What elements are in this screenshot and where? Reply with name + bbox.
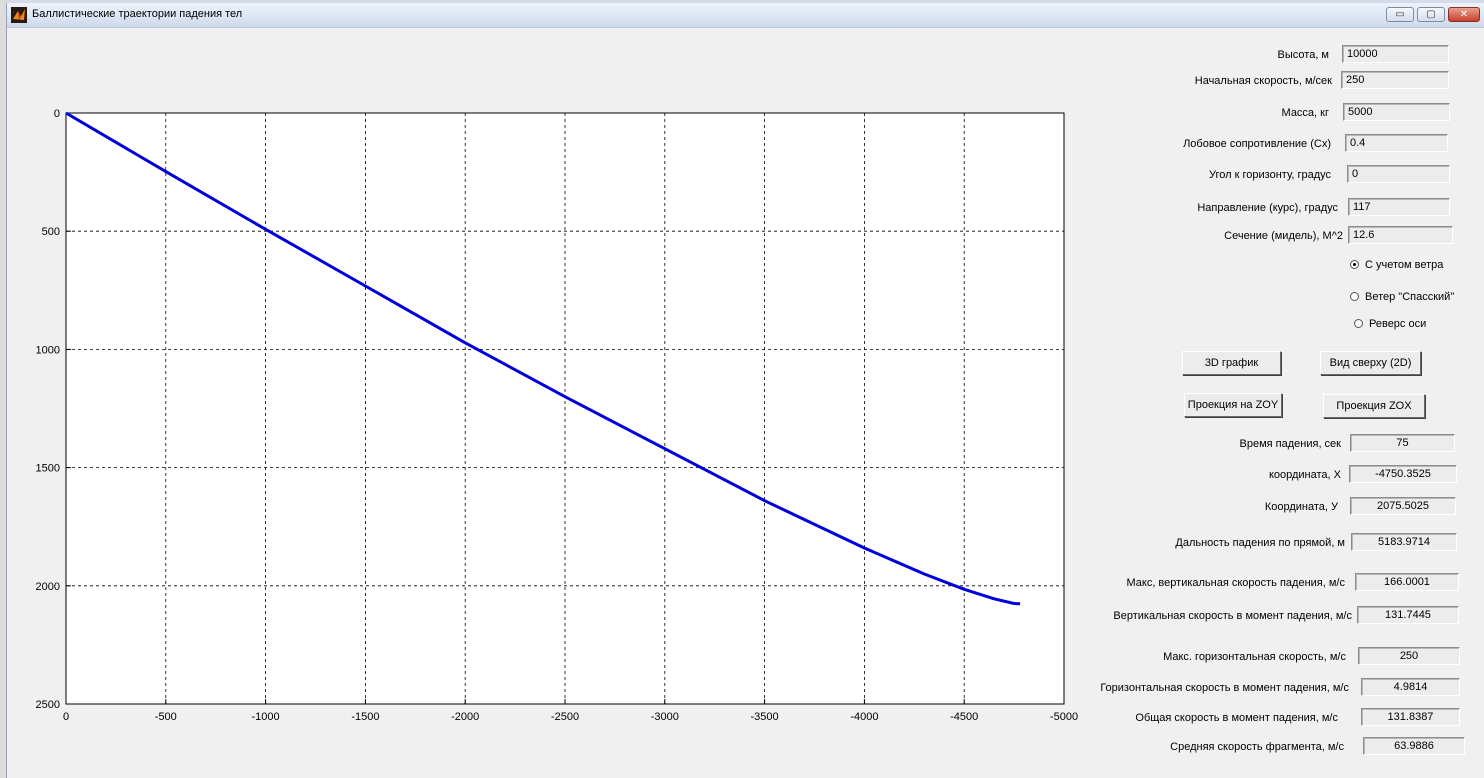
radio-option[interactable]: С учетом ветра	[1350, 259, 1443, 271]
x-tick-label: -3500	[751, 711, 779, 723]
result-label: Горизонтальная скорость в момент падения…	[1100, 682, 1349, 694]
result-label: Общая скорость в момент падения, м/с	[1135, 712, 1338, 724]
param-label: Угол к горизонту, градус	[1209, 169, 1331, 181]
x-tick-label: -2000	[451, 711, 479, 723]
radio-label: Реверс оси	[1369, 318, 1427, 330]
param-label: Сечение (мидель), M^2	[1224, 230, 1343, 242]
x-tick-label: -3000	[651, 711, 679, 723]
y-tick-label: 0	[54, 108, 60, 120]
result-label: Время падения, сек	[1239, 438, 1341, 450]
param-input[interactable]: 117	[1348, 198, 1450, 216]
param-label: Начальная скорость, м/сек	[1194, 75, 1332, 87]
param-input[interactable]: 0	[1347, 165, 1450, 183]
radio-label: Ветер "Спасский"	[1365, 291, 1455, 303]
x-tick-label: -2500	[551, 711, 579, 723]
result-label: Средняя скорость фрагмента, м/с	[1170, 741, 1344, 753]
maximize-button[interactable]: ▢	[1417, 7, 1445, 22]
param-input[interactable]: 5000	[1343, 103, 1450, 121]
y-tick-label: 1000	[36, 344, 60, 356]
result-field: 63.9886	[1363, 737, 1465, 755]
x-tick-label: -1500	[351, 711, 379, 723]
x-tick-label: -5000	[1050, 711, 1078, 723]
y-tick-label: 500	[42, 226, 60, 238]
param-input[interactable]: 12.6	[1348, 226, 1453, 244]
app-window: Баллистические траектории падения тел ▭ …	[6, 3, 1484, 778]
y-tick-label: 2500	[36, 699, 60, 711]
param-input[interactable]: 250	[1341, 71, 1449, 89]
radio-option[interactable]: Ветер "Спасский"	[1350, 291, 1454, 303]
param-label: Направление (курс), градус	[1197, 202, 1338, 214]
param-label: Высота, м	[1277, 49, 1329, 61]
result-field: 4.9814	[1361, 678, 1460, 696]
result-label: Дальность падения по прямой, м	[1175, 537, 1345, 549]
result-field: 131.7445	[1357, 606, 1459, 624]
result-label: Вертикальная скорость в момент падения, …	[1113, 610, 1352, 622]
trajectory-chart: 0 -500 -1000 -1500 -2000 -2500 -3000 -3500 -4000…	[36, 108, 1079, 723]
x-tick-label: -1000	[252, 711, 280, 723]
result-field: 2075.5025	[1350, 497, 1456, 515]
minimize-button[interactable]: ▭	[1386, 7, 1414, 22]
x-tick-label: -500	[155, 711, 177, 723]
y-tick-label: 2000	[36, 581, 60, 593]
param-input[interactable]: 10000	[1342, 45, 1449, 63]
result-field: 5183.9714	[1351, 533, 1457, 551]
radio-option[interactable]: Реверс оси	[1354, 318, 1426, 330]
result-label: Макс, вертикальная скорость падения, м/с	[1126, 577, 1345, 589]
result-label: координата, X	[1268, 469, 1341, 481]
proj-zox-button[interactable]: Проекция ZOX	[1323, 394, 1425, 418]
result-label: Макс. горизонтальная скорость, м/с	[1163, 651, 1346, 663]
result-label: Координата, У	[1264, 501, 1338, 513]
close-button[interactable]: ✕	[1448, 7, 1480, 22]
param-label: Лобовое сопротивление (Cx)	[1183, 138, 1331, 150]
param-input[interactable]: 0.4	[1345, 134, 1448, 152]
x-tick-label: -4000	[850, 711, 878, 723]
graph-3d-button[interactable]: 3D график	[1182, 351, 1281, 375]
x-tick-label: -4500	[950, 711, 978, 723]
proj-zoy-button[interactable]: Проекция на ZOY	[1184, 393, 1282, 417]
param-label: Масса, кг	[1281, 107, 1329, 119]
y-tick-label: 1500	[36, 463, 60, 475]
result-field: 75	[1350, 434, 1455, 452]
result-field: 131.8387	[1361, 708, 1460, 726]
radio-label: С учетом ветра	[1365, 259, 1444, 271]
result-field: 166.0001	[1355, 573, 1459, 591]
radio-circle[interactable]	[1350, 292, 1359, 301]
radio-circle[interactable]	[1354, 319, 1363, 328]
result-field: -4750.3525	[1349, 465, 1457, 483]
result-field: 250	[1358, 647, 1460, 665]
radio-circle[interactable]	[1350, 260, 1359, 269]
top-view-button[interactable]: Вид сверху (2D)	[1320, 351, 1421, 375]
x-tick-label: 0	[63, 711, 69, 723]
